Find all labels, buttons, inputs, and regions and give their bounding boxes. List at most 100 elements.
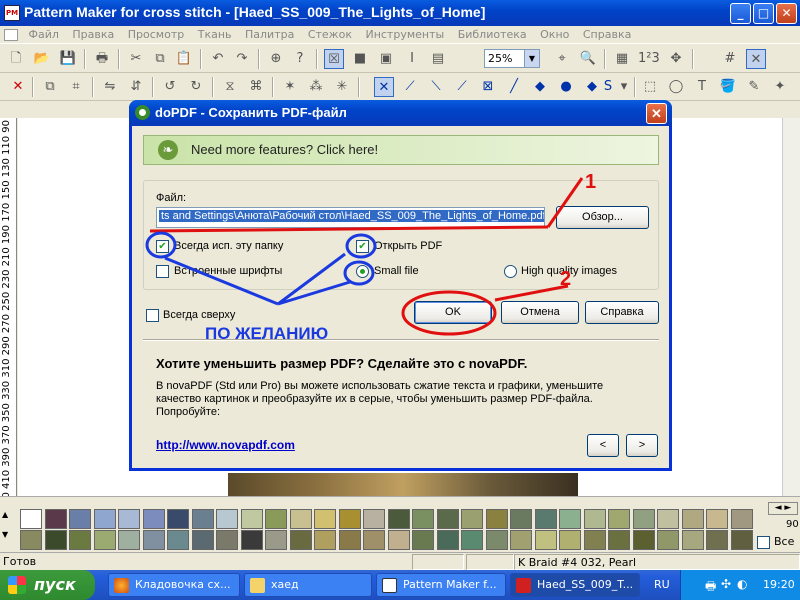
- stitch-preview-icon[interactable]: ⊕: [266, 49, 286, 69]
- menu-edit[interactable]: Правка: [67, 26, 119, 43]
- color-swatch[interactable]: [559, 509, 581, 529]
- color-swatch[interactable]: [265, 530, 287, 550]
- crop-icon[interactable]: ⌗: [66, 77, 86, 97]
- copy-selection-icon[interactable]: ⧉: [40, 77, 60, 97]
- redo-icon[interactable]: ↷: [232, 49, 252, 69]
- color-swatch[interactable]: [20, 509, 42, 529]
- color-swatch[interactable]: [44, 530, 67, 550]
- french-knot-icon[interactable]: ●: [556, 77, 576, 97]
- color-swatch[interactable]: [510, 530, 532, 550]
- all-checkbox[interactable]: [757, 536, 770, 549]
- menu-view[interactable]: Просмотр: [123, 26, 189, 43]
- features-banner[interactable]: ❧ Need more features? Click here!: [143, 135, 659, 165]
- flip-vertical-icon[interactable]: ⇵: [126, 77, 146, 97]
- color-swatch[interactable]: [363, 530, 385, 550]
- task-firefox[interactable]: Кладовочка сх...: [108, 573, 240, 597]
- embed-fonts-checkbox[interactable]: [156, 265, 169, 278]
- color-swatch[interactable]: [657, 509, 679, 529]
- save-icon[interactable]: 💾: [58, 49, 78, 69]
- backstitch-icon[interactable]: ╱: [504, 77, 524, 97]
- rotate-left-icon[interactable]: ↺: [160, 77, 180, 97]
- petite-stitch-icon[interactable]: ⊠: [478, 77, 498, 97]
- color-swatch[interactable]: [338, 530, 361, 550]
- outline-icon[interactable]: ✳: [332, 77, 352, 97]
- task-folder[interactable]: хаед: [244, 573, 372, 597]
- maximize-button[interactable]: □: [753, 3, 774, 24]
- color-swatch[interactable]: [436, 530, 459, 550]
- previous-button[interactable]: <: [587, 434, 619, 457]
- color-swatch[interactable]: [632, 509, 655, 529]
- menu-fabric[interactable]: Ткань: [193, 26, 237, 43]
- color-swatch[interactable]: [216, 509, 238, 529]
- color-swatch[interactable]: [461, 530, 483, 550]
- printer-tray-icon[interactable]: 🖶: [705, 577, 716, 598]
- color-swatch[interactable]: [142, 530, 165, 550]
- color-swatch[interactable]: [93, 509, 116, 529]
- color-swatch[interactable]: [289, 530, 312, 550]
- quarter-stitch-icon[interactable]: ⟍: [426, 77, 446, 97]
- menu-file[interactable]: Файл: [24, 26, 64, 43]
- help-button[interactable]: Справка: [585, 301, 659, 324]
- language-indicator[interactable]: RU: [654, 578, 670, 591]
- color-swatch[interactable]: [387, 509, 410, 529]
- color-swatch[interactable]: [314, 509, 336, 529]
- color-swatch[interactable]: [730, 530, 753, 550]
- chevron-down-icon[interactable]: ▼: [524, 50, 539, 67]
- cancel-button[interactable]: Отмена: [501, 301, 579, 324]
- flip-horizontal-icon[interactable]: ⇋: [100, 77, 120, 97]
- color-swatch[interactable]: [534, 509, 557, 529]
- open-folder-icon[interactable]: 📂: [32, 49, 52, 69]
- delete-icon[interactable]: ✕: [8, 77, 28, 97]
- minimize-button[interactable]: _: [730, 3, 751, 24]
- color-swatch[interactable]: [681, 530, 704, 550]
- zoom-area-icon[interactable]: 🔍: [578, 49, 598, 69]
- browse-button[interactable]: Обзор...: [556, 206, 649, 229]
- small-file-radio[interactable]: [356, 265, 369, 278]
- color-swatch[interactable]: [44, 509, 67, 529]
- volume-tray-icon[interactable]: ◐: [737, 577, 747, 591]
- open-pdf-checkbox[interactable]: ✔: [356, 240, 369, 253]
- color-swatch[interactable]: [608, 509, 630, 529]
- color-swatch[interactable]: [461, 509, 483, 529]
- chevron-down-icon[interactable]: ▾: [614, 77, 634, 97]
- color-swatch[interactable]: [167, 509, 189, 529]
- color-swatch[interactable]: [240, 530, 263, 550]
- help-cursor-icon[interactable]: ?: [290, 49, 310, 69]
- color-swatch[interactable]: [485, 509, 508, 529]
- full-stitch-icon[interactable]: ✕: [374, 77, 394, 97]
- copy-icon[interactable]: ⧉: [150, 49, 170, 69]
- menu-window[interactable]: Окно: [535, 26, 574, 43]
- menu-stitch[interactable]: Стежок: [303, 26, 357, 43]
- scroll-up-icon[interactable]: ▲: [2, 510, 8, 519]
- text-tool-icon[interactable]: T: [692, 77, 712, 97]
- color-swatch[interactable]: [20, 530, 42, 550]
- color-swatch[interactable]: [608, 530, 630, 550]
- palette-nav-arrows[interactable]: ◄ ►: [768, 502, 798, 515]
- color-swatch[interactable]: [69, 530, 91, 550]
- color-swatch[interactable]: [485, 530, 508, 550]
- color-swatch[interactable]: [338, 509, 361, 529]
- cut-icon[interactable]: ✂: [126, 49, 146, 69]
- color-swatch[interactable]: [167, 530, 189, 550]
- block-view-icon[interactable]: ■: [350, 49, 370, 69]
- color-swatch[interactable]: [436, 509, 459, 529]
- half-stitch-icon[interactable]: ⟋: [400, 77, 420, 97]
- file-path-input[interactable]: ts and Settings\Анюта\Рабочий стол\Haed_…: [156, 207, 545, 228]
- color-swatch[interactable]: [118, 530, 140, 550]
- color-swatch[interactable]: [412, 530, 434, 550]
- color-swatch[interactable]: [142, 509, 165, 529]
- rotate-right-icon[interactable]: ↻: [186, 77, 206, 97]
- palette-grid-icon[interactable]: ▦: [612, 49, 632, 69]
- color-swatch[interactable]: [583, 509, 606, 529]
- color-block-icon[interactable]: ▣: [376, 49, 396, 69]
- text-view-icon[interactable]: I: [402, 49, 422, 69]
- color-swatch[interactable]: [289, 509, 312, 529]
- grid-icon[interactable]: #: [720, 49, 740, 69]
- paste-icon[interactable]: 📋: [174, 49, 194, 69]
- print-icon[interactable]: 🖶: [92, 49, 112, 69]
- symbols-icon[interactable]: ✥: [666, 49, 686, 69]
- always-on-top-checkbox[interactable]: [146, 309, 159, 322]
- color-swatch[interactable]: [412, 509, 434, 529]
- color-swatch[interactable]: [314, 530, 336, 550]
- numbering-icon[interactable]: 1²3: [638, 49, 660, 69]
